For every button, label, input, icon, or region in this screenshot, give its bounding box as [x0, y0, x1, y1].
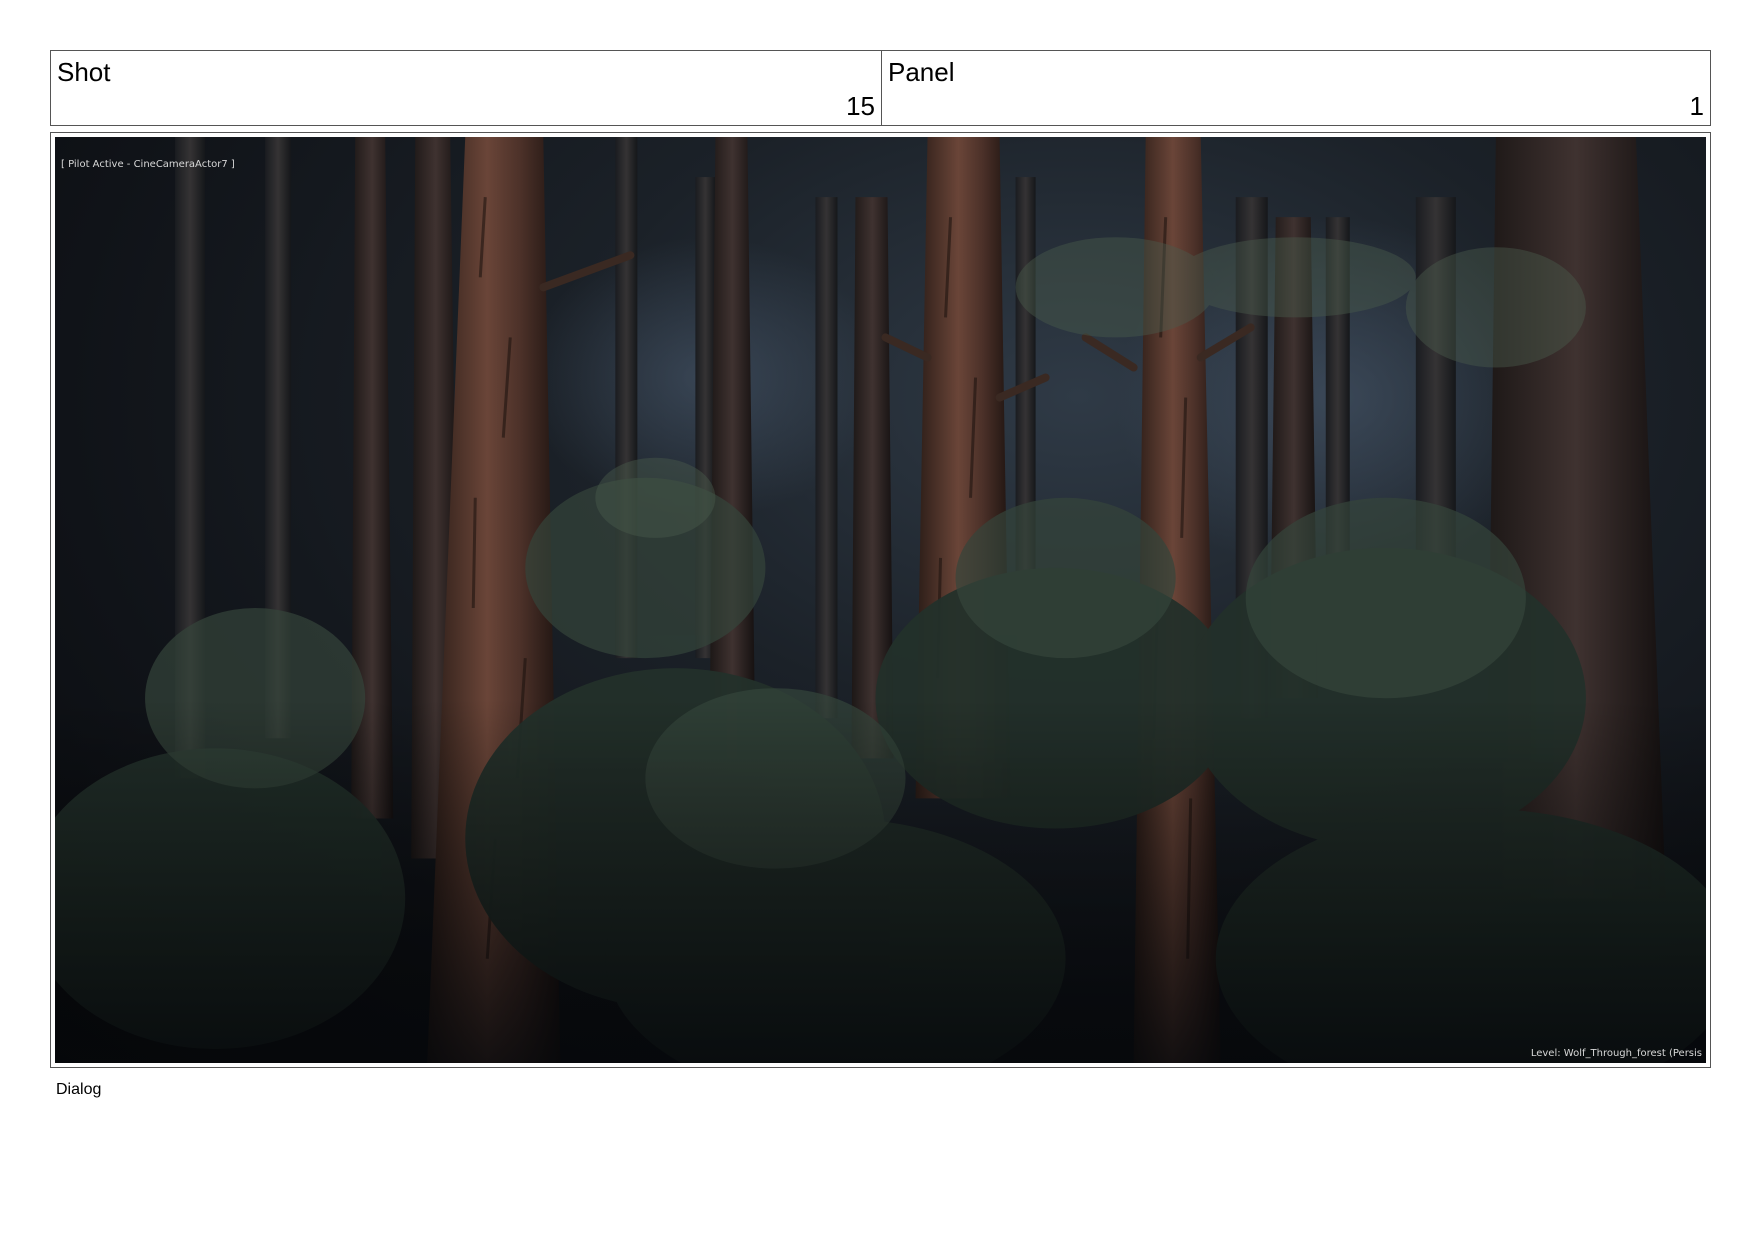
panel-label: Panel: [888, 57, 955, 87]
forest-scene-image: [ Pilot Active - CineCameraActor7 ] Leve…: [55, 137, 1706, 1063]
panel-number: 1: [1689, 91, 1704, 121]
shot-label: Shot: [57, 57, 111, 87]
shot-number: 15: [846, 91, 875, 121]
forest-scene-illustration: [55, 137, 1706, 1063]
camera-pilot-overlay: [ Pilot Active - CineCameraActor7 ]: [61, 159, 235, 170]
panel-cell: Panel 1: [882, 51, 1710, 125]
shot-panel-header: Shot 15 Panel 1: [50, 50, 1711, 126]
shot-cell: Shot 15: [51, 51, 882, 125]
storyboard-frame: [ Pilot Active - CineCameraActor7 ] Leve…: [50, 132, 1711, 1068]
dialog-label: Dialog: [56, 1081, 102, 1098]
level-name-overlay: Level: Wolf_Through_forest (Persis: [1530, 1048, 1702, 1059]
